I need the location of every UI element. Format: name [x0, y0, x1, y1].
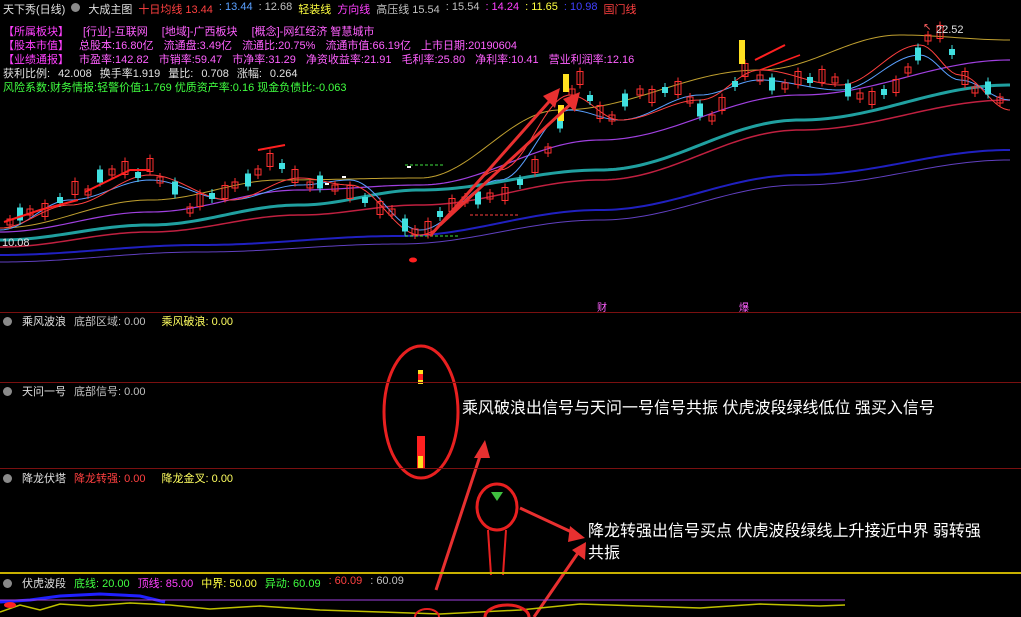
signal-candle	[563, 74, 569, 92]
candle-body	[437, 211, 443, 217]
gear-icon[interactable]	[3, 578, 12, 588]
indicator-header-2: 天问一号 底部信号: 0.00	[3, 384, 146, 398]
panel-divider	[0, 468, 1021, 469]
indicator-field: 异动: 60.09	[264, 578, 321, 590]
arrow-up-2	[438, 98, 577, 227]
annotation-weak-to-strong: 降龙转强出信号买点 伏虎波段绿线上升接近中界 弱转强	[588, 523, 981, 540]
fuhu-line	[0, 592, 166, 604]
panel-divider	[0, 382, 1021, 383]
indicator-field: 底部信号: 0.00	[74, 386, 146, 398]
candle-body	[135, 172, 141, 178]
signal-dot	[409, 257, 417, 263]
indicator-name[interactable]: 降龙伏塔	[22, 470, 66, 486]
candle-body	[97, 169, 103, 183]
candle-body	[697, 103, 703, 117]
candle-body	[317, 175, 323, 189]
indicator-name[interactable]: 天问一号	[22, 383, 66, 399]
annotation-arrow	[434, 449, 484, 591]
indicator-field: 底线: 20.00	[74, 578, 130, 590]
candle-body	[362, 197, 368, 203]
tianwen-signal	[418, 374, 423, 380]
candle-body	[732, 81, 738, 87]
fuhu-dot	[4, 602, 16, 608]
arrow-head	[474, 440, 490, 458]
trend-mark	[759, 54, 801, 71]
indicator-name[interactable]: 伏虎波段	[22, 575, 66, 591]
candle-body	[662, 87, 668, 93]
indicator-field: 降龙转强: 0.00	[74, 473, 146, 485]
low-price-label: 10.08	[2, 237, 30, 249]
candle-body	[209, 193, 215, 199]
candle-body	[881, 89, 887, 95]
candle-body	[915, 47, 921, 61]
candle-body	[172, 181, 178, 195]
jianglong-signal	[491, 492, 503, 501]
candle-body	[622, 93, 628, 107]
annotation-strong-buy: 乘风破浪出信号与天问一号信号共振 伏虎波段绿线低位 强买入信号	[462, 400, 935, 417]
indicator-header-4: 伏虎波段 底线: 20.00 顶线: 85.00 中界: 50.00 异动: 60.0…	[3, 575, 404, 591]
panel-divider	[0, 572, 1021, 574]
highlight-circle	[475, 482, 519, 532]
annotation-resonance: 共振	[588, 545, 621, 562]
candle-body	[17, 207, 23, 221]
annotation-arrow	[519, 506, 579, 537]
teal-band	[0, 83, 1011, 242]
candle-body	[949, 49, 955, 55]
gear-icon[interactable]	[3, 473, 12, 483]
ma-red	[0, 44, 1011, 236]
indicator-name[interactable]: 乘风波浪	[22, 313, 66, 329]
indicator-field: 降龙金叉: 0.00	[161, 473, 234, 485]
trend-mark	[257, 144, 286, 151]
candle-body	[769, 77, 775, 91]
indicator-field: : 60.09	[328, 575, 363, 587]
indicator-header-1: 乘风波浪 底部区域: 0.00 乘风破浪: 0.00	[3, 314, 233, 328]
signal-candle	[739, 40, 745, 64]
gear-icon[interactable]	[3, 316, 12, 326]
candle-body	[402, 218, 408, 232]
candle-body	[517, 179, 523, 185]
candle-body	[245, 173, 251, 187]
candle-body	[587, 95, 593, 101]
arrow-head	[568, 526, 585, 542]
highlight-stem	[487, 529, 492, 576]
candle-body	[845, 83, 851, 97]
tianwen-signal	[418, 456, 423, 468]
highlight-stem	[502, 529, 507, 576]
candle-body	[57, 197, 63, 203]
trend-mark	[754, 44, 786, 61]
tick-mark	[342, 176, 346, 178]
tick-mark	[407, 166, 411, 168]
candle-body	[807, 77, 813, 83]
gear-icon[interactable]	[3, 386, 12, 396]
indicator-field: 中界: 50.00	[201, 578, 257, 590]
indicator-field: 顶线: 85.00	[137, 578, 194, 590]
indicator-header-3: 降龙伏塔 降龙转强: 0.00 降龙金叉: 0.00	[3, 471, 233, 485]
indicator-field: 乘风破浪: 0.00	[161, 316, 234, 328]
indicator-field: : 60.09	[370, 575, 404, 587]
candle-body	[985, 81, 991, 95]
fuhu-line	[0, 602, 846, 615]
candle-body	[279, 163, 285, 169]
indicator-field: 底部区域: 0.00	[74, 316, 146, 328]
tick-mark	[325, 183, 329, 185]
high-price-label: 22.52	[936, 24, 964, 36]
high-arrow-mark: ↖	[923, 22, 931, 33]
